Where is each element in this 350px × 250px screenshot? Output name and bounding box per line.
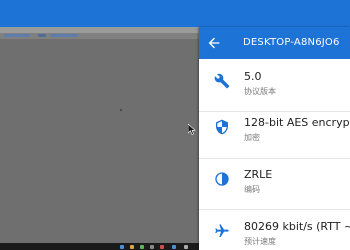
remote-toolbar-row: [0, 33, 199, 39]
arrow-left-icon[interactable]: [206, 35, 222, 51]
shield-icon: [216, 119, 228, 135]
taskbar-icon: [172, 245, 176, 249]
top-app-bar: [0, 0, 350, 27]
panel-title: DESKTOP-A8N6JO6: [243, 37, 340, 48]
connection-info-panel: DESKTOP-A8N6JO6 5.0 协议版本 128-bit AES enc…: [199, 27, 350, 250]
taskbar-icon: [184, 245, 188, 249]
info-value: 80269 kbit/s (RTT ~53: [244, 220, 350, 233]
info-label: 预计速度: [244, 237, 276, 246]
remote-toolbar-icon: [38, 34, 46, 37]
info-label: 协议版本: [244, 87, 276, 96]
panel-header: DESKTOP-A8N6JO6: [199, 27, 350, 59]
remote-toolbar-icon: [4, 34, 30, 37]
taskbar-icon: [120, 245, 124, 249]
info-label: 加密: [244, 133, 260, 142]
info-value: ZRLE: [244, 168, 273, 181]
info-label: 编码: [244, 185, 260, 194]
info-item-protocol-version[interactable]: 5.0 协议版本: [199, 61, 350, 111]
contrast-icon: [215, 172, 229, 186]
info-item-encoding[interactable]: ZRLE 编码: [199, 159, 350, 209]
taskbar-icon: [160, 245, 164, 249]
remote-desktop-view[interactable]: [0, 27, 199, 250]
info-value: 5.0: [244, 70, 262, 83]
info-value: 128-bit AES encryption: [244, 116, 350, 129]
remote-desktop-dot: [120, 109, 122, 111]
airplane-icon: [215, 224, 229, 237]
info-item-estimated-speed[interactable]: 80269 kbit/s (RTT ~53 预计速度: [199, 211, 350, 250]
info-item-encryption[interactable]: 128-bit AES encryption 加密: [199, 107, 350, 157]
taskbar-icon: [140, 245, 144, 249]
wrench-icon: [214, 73, 230, 89]
mouse-cursor-icon: [188, 124, 196, 135]
remote-taskbar: [0, 243, 199, 250]
divider: [199, 209, 350, 210]
taskbar-icon: [130, 245, 134, 249]
taskbar-icon: [150, 245, 154, 249]
remote-toolbar-icon: [50, 34, 78, 37]
